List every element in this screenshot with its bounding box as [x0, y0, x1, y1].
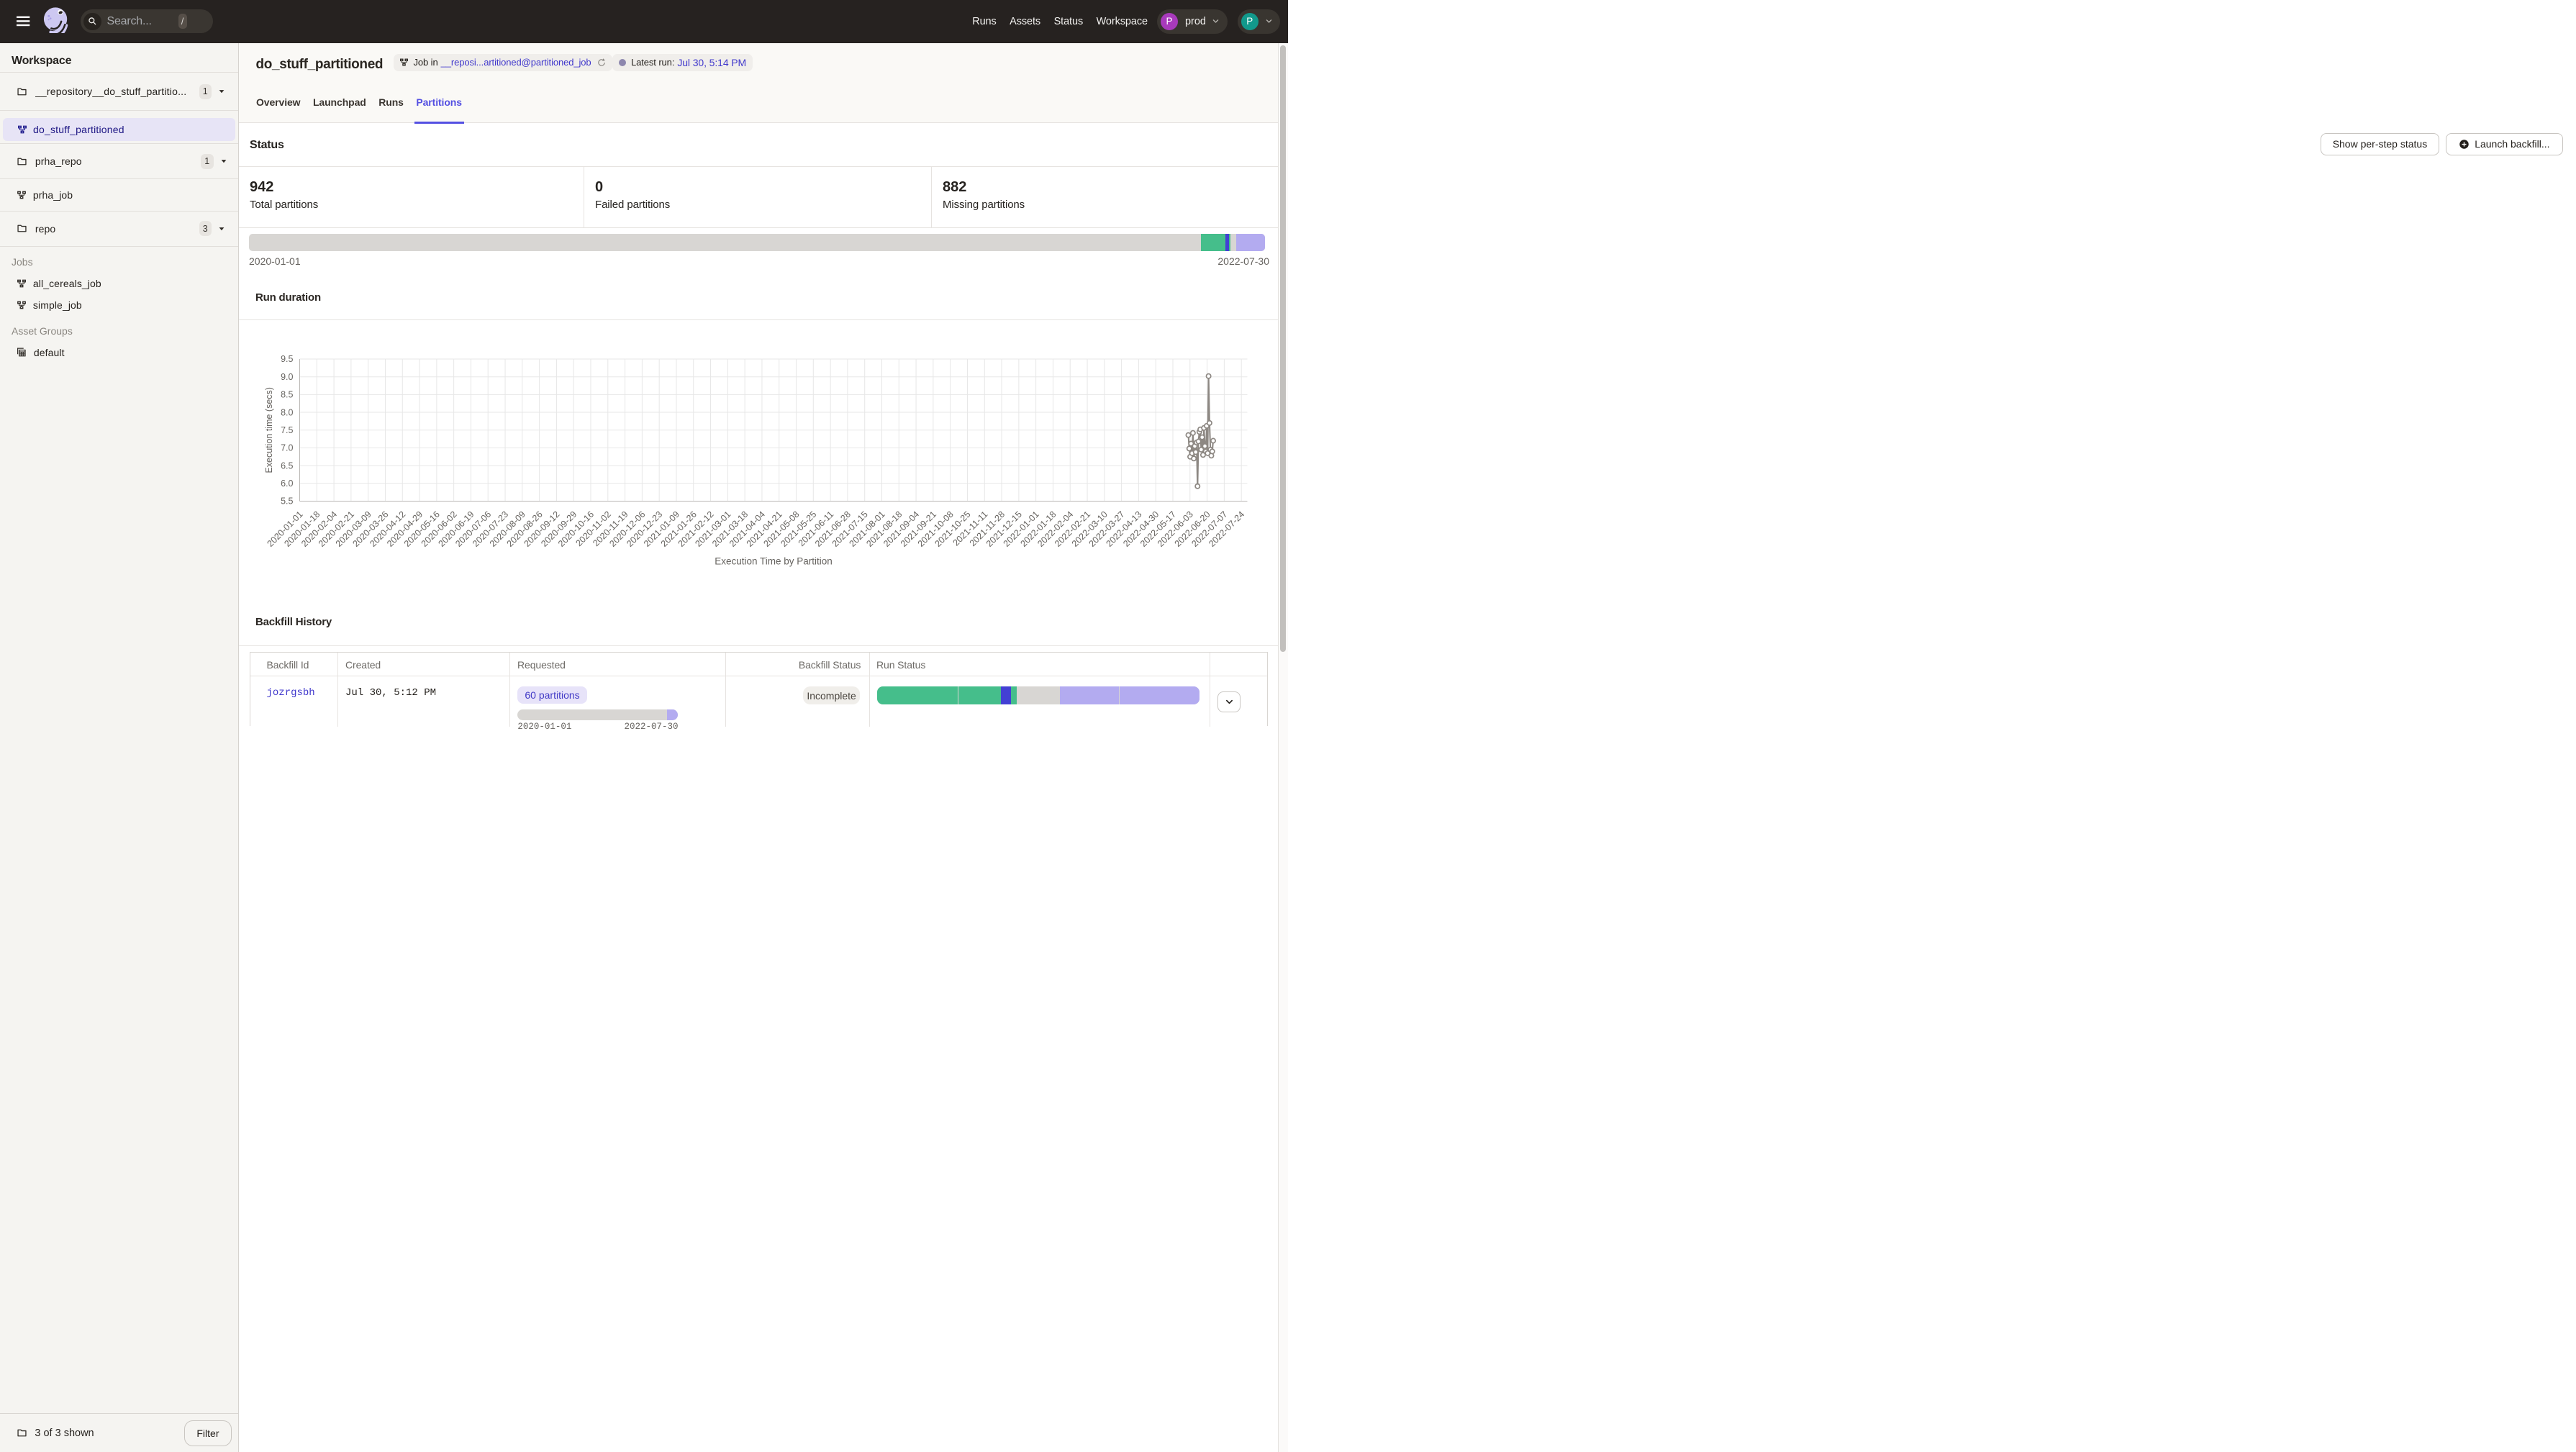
svg-text:7.5: 7.5: [281, 425, 293, 435]
svg-text:7.0: 7.0: [281, 443, 293, 453]
svg-text:9.0: 9.0: [281, 372, 293, 382]
svg-text:6.5: 6.5: [281, 460, 293, 471]
svg-text:Execution time (secs): Execution time (secs): [264, 387, 274, 473]
svg-text:8.0: 8.0: [281, 407, 293, 417]
svg-text:5.5: 5.5: [281, 496, 293, 507]
svg-text:9.5: 9.5: [281, 354, 293, 364]
svg-text:8.5: 8.5: [281, 390, 293, 400]
svg-text:Execution Time by Partition: Execution Time by Partition: [715, 556, 833, 567]
svg-text:6.0: 6.0: [281, 478, 293, 489]
